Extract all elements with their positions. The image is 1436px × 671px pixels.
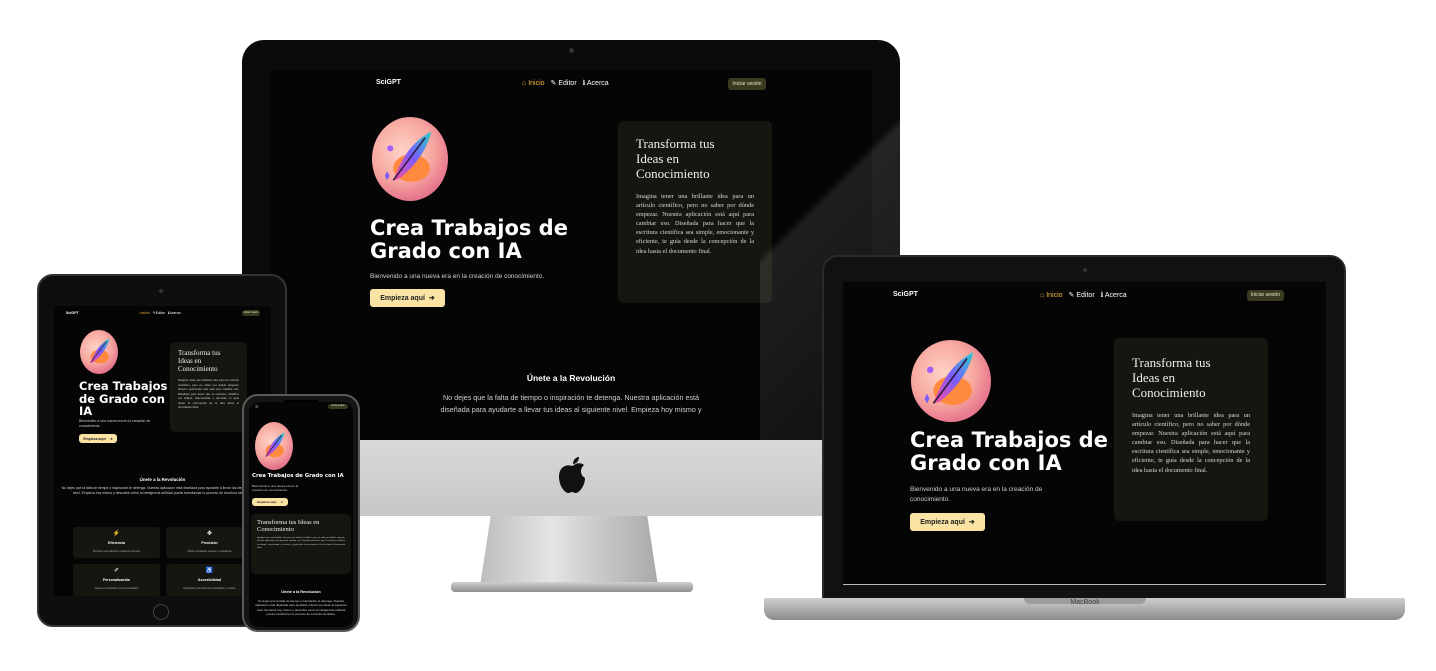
card-title: Transforma tus Ideas en Conocimiento xyxy=(178,349,221,374)
menu-icon[interactable]: ☰ xyxy=(255,404,259,409)
laptop-brand-label: MacBook xyxy=(1070,599,1100,606)
navbar: SciGPT ⌂ Inicio ✎ Editor ℹ Acerca Inicia… xyxy=(843,290,1326,302)
feature-card-precision: ✥ Precisión Obtén resultados exactos y r… xyxy=(166,527,253,558)
camera-icon xyxy=(1083,268,1087,272)
login-button[interactable]: Iniciar sesión xyxy=(328,404,348,409)
feature-card-personalizacion: ✐ Personalización Ajusta el contenido a … xyxy=(73,564,160,596)
brand-logo[interactable]: SciGPT xyxy=(893,291,918,298)
feather-icon xyxy=(924,352,974,405)
hero-title: Crea Trabajos de Grado con IA xyxy=(910,428,1108,476)
section-text: No dejes que la falta de tiempo o inspir… xyxy=(440,393,702,414)
hero-title: Crea Trabajos de Grado con IA xyxy=(370,216,568,264)
section-title: Únete a la Revolución xyxy=(526,373,616,383)
camera-icon xyxy=(159,289,163,293)
card-body: Imagina tener una brillante idea para un… xyxy=(257,536,345,549)
target-icon: ✥ xyxy=(206,531,213,537)
login-button[interactable]: Iniciar sesión xyxy=(242,310,260,316)
nav-link-editor[interactable]: ✎Editor xyxy=(153,311,165,315)
start-button[interactable]: Empieza aquí ➔ xyxy=(79,434,117,443)
section-title: Únete a la Revolución xyxy=(281,590,321,594)
start-button[interactable]: Empieza aquí ➔ xyxy=(370,289,445,307)
arrow-right-icon: ➔ xyxy=(280,500,283,504)
info-card: Transforma tus Ideas en Conocimiento Imagi… xyxy=(1114,338,1268,521)
nav-link-acerca[interactable]: ℹ Acerca xyxy=(1101,291,1127,299)
login-button[interactable]: Iniciar sesión xyxy=(1247,290,1284,301)
feather-icon: ✎ xyxy=(550,80,557,87)
section-title: Únete a la Revolución xyxy=(139,477,186,482)
feather-icon xyxy=(90,338,110,364)
brand-logo[interactable]: SciGPT xyxy=(66,311,79,315)
imac-stand xyxy=(480,516,658,586)
hero-title: Crea Trabajos de Grado con IA xyxy=(252,473,344,479)
brush-icon: ✐ xyxy=(113,568,120,574)
camera-icon xyxy=(569,48,574,53)
feather-logo-image xyxy=(255,422,293,470)
nav-link-editor[interactable]: ✎ Editor xyxy=(1069,291,1095,299)
imac-stand-base xyxy=(451,582,693,592)
feather-logo-image xyxy=(911,340,991,422)
nav-link-acerca[interactable]: ℹ Acerca xyxy=(583,79,609,87)
tablet-screen: SciGPT ⌂Inicio ✎Editor ℹAcerca Iniciar s… xyxy=(54,306,271,596)
info-icon: ℹ xyxy=(1100,292,1104,299)
hero-subtitle: Bienvenido a una nueva era en la creació… xyxy=(370,273,545,280)
imac-screen: SciGPT ⌂ Inicio ✎ Editor ℹ Acerca Inicia… xyxy=(270,70,872,440)
card-body: Imagina tener una brillante idea para un… xyxy=(636,192,754,255)
card-title: Transforma tus Ideas en Conocimiento xyxy=(257,519,320,534)
info-icon: ℹ xyxy=(582,80,586,87)
nav-link-inicio[interactable]: ⌂ Inicio xyxy=(522,80,545,87)
start-button[interactable]: Empieza aquí ➔ xyxy=(910,513,985,531)
phone-screen: ☰ Iniciar sesión Crea Trabajos de Grado … xyxy=(249,402,353,627)
feather-icon: ✎ xyxy=(1068,292,1075,299)
info-card: Transforma tus Ideas en Conocimiento Ima… xyxy=(251,514,351,574)
hero-title: Crea Trabajos de Grado con IA xyxy=(79,379,168,419)
nav-link-inicio[interactable]: ⌂Inicio xyxy=(139,311,150,315)
laptop-screen: SciGPT ⌂ Inicio ✎ Editor ℹ Acerca Inicia… xyxy=(843,282,1326,584)
feather-icon xyxy=(384,131,432,182)
info-card: Transforma tus Ideas en Conocimiento Imagi… xyxy=(170,342,247,432)
arrow-right-icon: ➔ xyxy=(968,519,975,526)
hero-subtitle: Bienvenido a una nueva era en la creació… xyxy=(79,419,151,428)
home-icon: ⌂ xyxy=(1040,291,1045,299)
home-button[interactable] xyxy=(153,604,169,620)
nav-links: ⌂ Inicio ✎ Editor ℹ Acerca xyxy=(1040,291,1127,300)
nav-link-acerca[interactable]: ℹAcerca xyxy=(168,311,181,315)
card-body: Imagina tener una brillante idea para un… xyxy=(178,378,239,410)
feature-card-eficiencia: ⚡ Eficiencia Permite una redacción rápid… xyxy=(73,527,160,558)
start-button[interactable]: Empieza aquí ➔ xyxy=(252,498,288,506)
brand-logo[interactable]: SciGPT xyxy=(376,79,401,86)
card-body: Imagina tener una brillante idea para un… xyxy=(1132,411,1250,474)
accessibility-icon: ♿ xyxy=(205,568,214,574)
login-button[interactable]: Iniciar sesión xyxy=(728,78,766,90)
screen-border xyxy=(843,584,1326,585)
home-icon: ⌂ xyxy=(522,79,527,87)
feather-logo-image xyxy=(372,117,448,201)
hero-subtitle: Bienvenido a una nueva era en la creació… xyxy=(252,484,299,493)
lightning-icon: ⚡ xyxy=(112,531,121,537)
arrow-right-icon: ➔ xyxy=(109,436,113,441)
arrow-right-icon: ➔ xyxy=(428,295,435,302)
card-title: Transforma tus Ideas en Conocimiento xyxy=(636,136,715,181)
navbar: SciGPT ⌂Inicio ✎Editor ℹAcerca Iniciar s… xyxy=(54,310,271,318)
nav-link-editor[interactable]: ✎ Editor xyxy=(551,79,577,87)
section-text: No dejes que la falta de tiempo o inspir… xyxy=(255,599,347,617)
nav-link-inicio[interactable]: ⌂ Inicio xyxy=(1040,292,1063,299)
feather-icon xyxy=(265,432,285,458)
card-title: Transforma tus Ideas en Conocimiento xyxy=(1132,355,1211,400)
hero-subtitle: Bienvenido a una nueva era en la creació… xyxy=(910,486,1043,504)
nav-links: ⌂Inicio ✎Editor ℹAcerca xyxy=(139,311,181,315)
nav-links: ⌂ Inicio ✎ Editor ℹ Acerca xyxy=(522,79,609,88)
info-card: Transforma tus Ideas en Conocimiento Imagi… xyxy=(618,121,772,303)
apple-logo-icon xyxy=(559,457,585,493)
section-text: No dejes que la falta de tiempo o inspir… xyxy=(61,486,264,496)
feature-card-accesibilidad: ♿ Accesibilidad Disponible para diversas… xyxy=(166,564,253,596)
navbar: SciGPT ⌂ Inicio ✎ Editor ℹ Acerca Inicia… xyxy=(270,78,872,90)
feather-logo-image xyxy=(80,330,118,374)
